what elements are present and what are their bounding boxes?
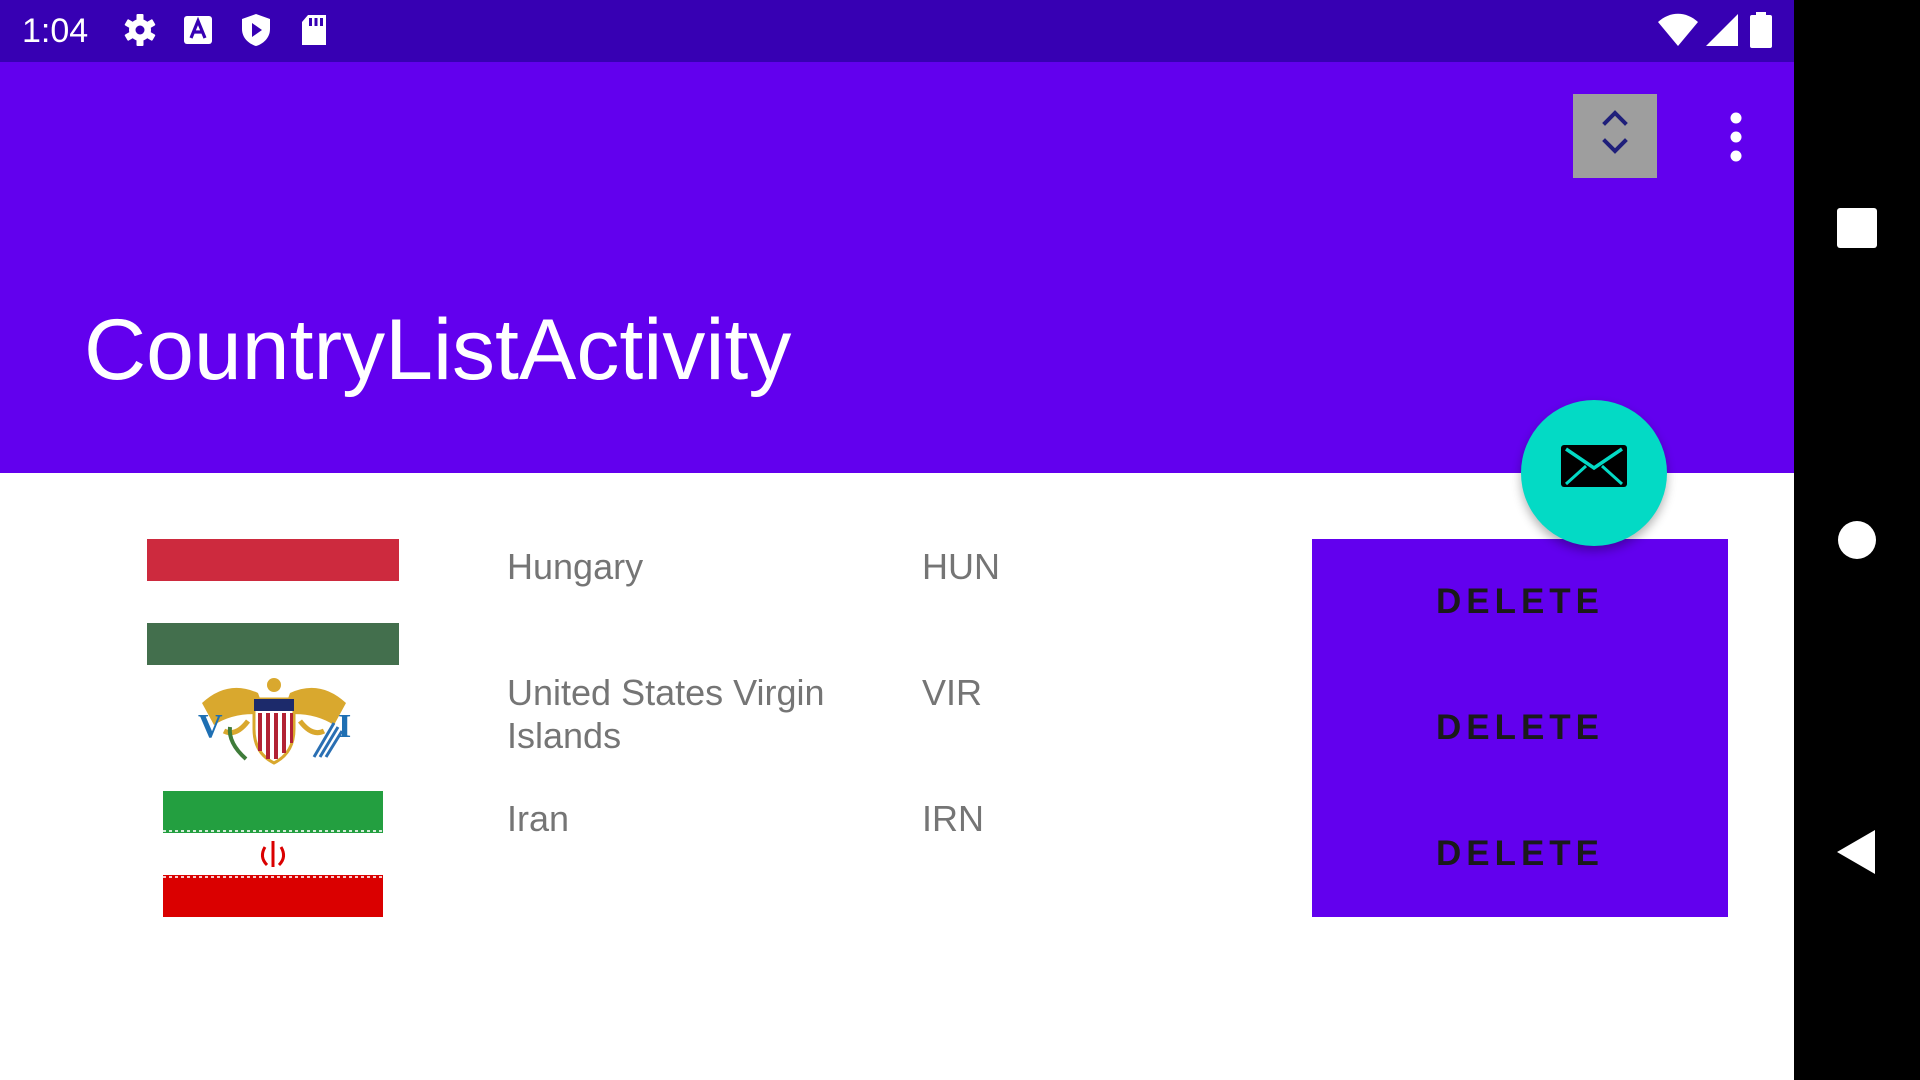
country-code: HUN <box>922 546 1000 587</box>
signal-icon <box>1704 12 1740 48</box>
back-button[interactable] <box>1827 822 1887 882</box>
hungary-flag <box>147 539 399 665</box>
home-button[interactable] <box>1827 510 1887 570</box>
delete-button[interactable]: DELETE <box>1312 539 1728 665</box>
sort-button[interactable] <box>1573 94 1657 178</box>
country-name: United States Virgin Islands <box>507 672 825 756</box>
delete-button[interactable]: DELETE <box>1312 665 1728 791</box>
status-bar: 1:04 <box>0 0 1794 62</box>
gear-icon <box>122 12 158 48</box>
svg-text:I: I <box>338 708 351 745</box>
recents-button[interactable] <box>1827 198 1887 258</box>
more-vert-icon <box>1730 112 1742 162</box>
email-icon <box>1561 445 1627 487</box>
country-name: Hungary <box>507 546 644 587</box>
square-recents-icon <box>1837 208 1877 248</box>
app-bar: CountryListActivity <box>0 62 1794 473</box>
sd-card-icon <box>296 12 332 48</box>
page-title: CountryListActivity <box>84 302 792 398</box>
circle-home-icon <box>1838 521 1876 559</box>
overflow-menu-button[interactable] <box>1710 106 1762 170</box>
sort-up-down-icon <box>1602 110 1628 154</box>
country-name: Iran <box>507 798 570 839</box>
screen: 1:04 CountryListActivity Hungary HUN V I… <box>0 0 1794 1080</box>
delete-buttons-column: DELETE DELETE DELETE <box>1312 539 1728 917</box>
status-time: 1:04 <box>22 12 89 50</box>
usvi-flag: V I <box>188 673 360 777</box>
svg-text:V: V <box>198 708 223 745</box>
play-shield-icon <box>238 12 274 48</box>
triangle-back-icon <box>1837 830 1875 874</box>
battery-icon <box>1748 12 1774 48</box>
email-fab-button[interactable] <box>1521 400 1667 546</box>
country-code: IRN <box>922 798 984 839</box>
iran-flag <box>163 791 383 917</box>
navigation-bar <box>1794 0 1920 1080</box>
wifi-icon <box>1656 12 1700 48</box>
country-code: VIR <box>922 672 983 713</box>
delete-button[interactable]: DELETE <box>1312 791 1728 917</box>
a-text-icon <box>180 12 216 48</box>
